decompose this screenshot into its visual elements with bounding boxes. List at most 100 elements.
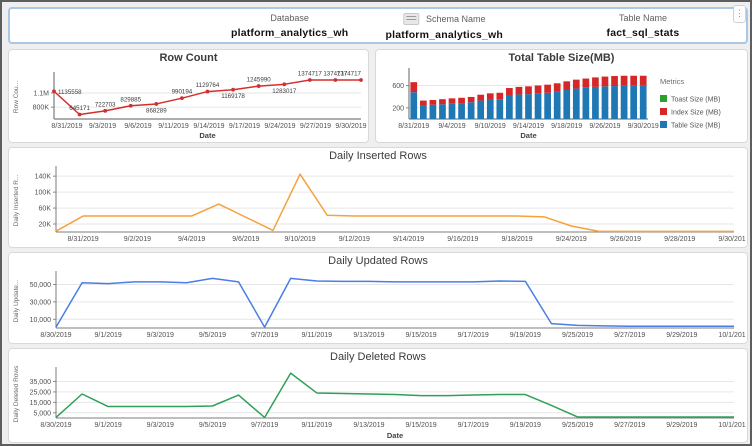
svg-text:9/5/2019: 9/5/2019 xyxy=(199,422,226,429)
svg-text:35,000: 35,000 xyxy=(30,379,52,386)
bar-segment xyxy=(449,103,456,119)
svg-text:50,000: 50,000 xyxy=(30,282,52,289)
svg-text:9/7/2019: 9/7/2019 xyxy=(251,332,278,339)
bar-segment xyxy=(573,89,580,119)
bar-segment xyxy=(477,101,484,119)
svg-text:9/25/2019: 9/25/2019 xyxy=(562,332,593,339)
inserted-rows-chart[interactable]: 20K60K100K140K8/31/20199/2/20199/4/20199… xyxy=(10,163,746,246)
svg-text:9/27/2019: 9/27/2019 xyxy=(614,422,645,429)
axis-labels: 800K1.1M8/31/20199/3/20199/6/20199/11/20… xyxy=(13,70,367,140)
updated-rows-card: Daily Updated Rows 10,00030,00050,0008/3… xyxy=(8,252,748,344)
bar-segment xyxy=(563,90,570,119)
bar-segment xyxy=(535,86,542,94)
svg-text:Date: Date xyxy=(387,431,403,440)
data-point xyxy=(52,89,56,93)
bar-segment xyxy=(621,86,628,119)
bar-segment xyxy=(563,81,570,90)
svg-text:8/30/2019: 8/30/2019 xyxy=(40,332,71,339)
bar-segment xyxy=(496,93,503,99)
bar-segment xyxy=(573,80,580,89)
schema-field: Schema Name platform_analytics_wh xyxy=(386,13,503,41)
database-label: Database xyxy=(270,13,309,23)
svg-text:9/3/2019: 9/3/2019 xyxy=(147,332,174,339)
svg-text:9/25/2019: 9/25/2019 xyxy=(562,422,593,429)
table-field: Table Name fact_sql_stats xyxy=(607,13,680,39)
legend-swatch xyxy=(660,108,667,115)
svg-text:9/14/2019: 9/14/2019 xyxy=(393,236,424,243)
bar-segment xyxy=(602,86,609,119)
bar-segment xyxy=(544,85,551,93)
bar-segment xyxy=(583,88,590,119)
data-point xyxy=(129,104,133,108)
svg-text:25,000: 25,000 xyxy=(30,389,52,396)
svg-text:Toast Size (MB): Toast Size (MB) xyxy=(671,97,720,104)
table-value: fact_sql_stats xyxy=(607,27,680,39)
table-label: Table Name xyxy=(619,13,667,23)
svg-text:140K: 140K xyxy=(35,174,52,181)
bar-segment xyxy=(611,86,618,119)
svg-text:60K: 60K xyxy=(39,206,52,213)
svg-text:9/26/2019: 9/26/2019 xyxy=(610,236,641,243)
bar-segment xyxy=(611,76,618,86)
bar-segment xyxy=(506,95,513,119)
svg-text:1374717: 1374717 xyxy=(298,70,323,77)
svg-text:9/15/2019: 9/15/2019 xyxy=(405,422,436,429)
table-size-chart[interactable]: 2006008/31/20199/4/20199/10/20199/14/201… xyxy=(377,65,746,141)
svg-text:200: 200 xyxy=(392,105,404,112)
axes xyxy=(53,367,734,418)
svg-text:8/31/2019: 8/31/2019 xyxy=(398,123,429,130)
svg-text:722703: 722703 xyxy=(95,101,116,108)
bar-segment xyxy=(477,95,484,101)
svg-text:Date: Date xyxy=(520,131,536,140)
svg-text:8/31/2019: 8/31/2019 xyxy=(68,236,99,243)
svg-text:990194: 990194 xyxy=(172,89,193,96)
bar-segment xyxy=(468,102,475,119)
database-value: platform_analytics_wh xyxy=(231,27,348,39)
svg-text:10,000: 10,000 xyxy=(30,317,52,324)
bar-segment xyxy=(583,79,590,88)
svg-text:8/31/2019: 8/31/2019 xyxy=(51,123,82,130)
series xyxy=(56,278,734,327)
svg-text:Daily Inserted R...: Daily Inserted R... xyxy=(13,174,20,226)
series xyxy=(410,76,646,119)
bar-segment xyxy=(630,76,637,86)
svg-text:9/4/2019: 9/4/2019 xyxy=(178,236,205,243)
svg-text:1.1M: 1.1M xyxy=(33,90,49,97)
deleted-rows-chart[interactable]: 5,00015,00025,00035,0008/30/20199/1/2019… xyxy=(10,364,746,441)
bar-segment xyxy=(554,83,561,91)
more-options-icon[interactable]: ⋮ xyxy=(733,5,746,23)
bar-segment xyxy=(487,99,494,119)
svg-text:Metrics: Metrics xyxy=(660,77,684,86)
hamburger-menu-icon[interactable] xyxy=(403,13,419,25)
svg-text:9/27/2019: 9/27/2019 xyxy=(614,332,645,339)
svg-text:9/30/2019: 9/30/2019 xyxy=(335,123,366,130)
legend-swatch xyxy=(660,95,667,102)
svg-text:10/1/2019: 10/1/2019 xyxy=(718,422,746,429)
bar-segment xyxy=(525,94,532,119)
bar-segment xyxy=(516,94,523,119)
svg-text:1245990: 1245990 xyxy=(247,77,272,84)
svg-text:Row Cou...: Row Cou... xyxy=(13,81,20,113)
table-info-header: Database platform_analytics_wh Schema Na… xyxy=(8,7,748,44)
bar-segment xyxy=(420,105,427,119)
svg-text:9/18/2019: 9/18/2019 xyxy=(551,123,582,130)
svg-text:10/1/2019: 10/1/2019 xyxy=(718,332,746,339)
bar-segment xyxy=(621,76,628,86)
svg-text:9/14/2019: 9/14/2019 xyxy=(193,123,224,130)
svg-text:100K: 100K xyxy=(35,190,52,197)
svg-text:9/6/2019: 9/6/2019 xyxy=(124,123,151,130)
data-point xyxy=(206,90,210,94)
svg-text:Table Size (MB): Table Size (MB) xyxy=(671,123,720,130)
row-count-chart[interactable]: 800K1.1M8/31/20199/3/20199/6/20199/11/20… xyxy=(10,65,367,141)
bar-segment xyxy=(430,100,437,105)
data-point xyxy=(78,113,82,117)
table-size-card: Total Table Size(MB) 2006008/31/20199/4/… xyxy=(375,49,748,143)
svg-text:9/17/2019: 9/17/2019 xyxy=(229,123,260,130)
svg-text:30,000: 30,000 xyxy=(30,299,52,306)
bar-segment xyxy=(458,103,465,119)
bar-segment xyxy=(468,97,475,102)
svg-text:9/11/2019: 9/11/2019 xyxy=(301,332,332,339)
svg-text:Index Size (MB): Index Size (MB) xyxy=(671,110,721,117)
svg-text:800K: 800K xyxy=(33,105,50,112)
updated-rows-chart[interactable]: 10,00030,00050,0008/30/20199/1/20199/3/2… xyxy=(10,268,746,342)
